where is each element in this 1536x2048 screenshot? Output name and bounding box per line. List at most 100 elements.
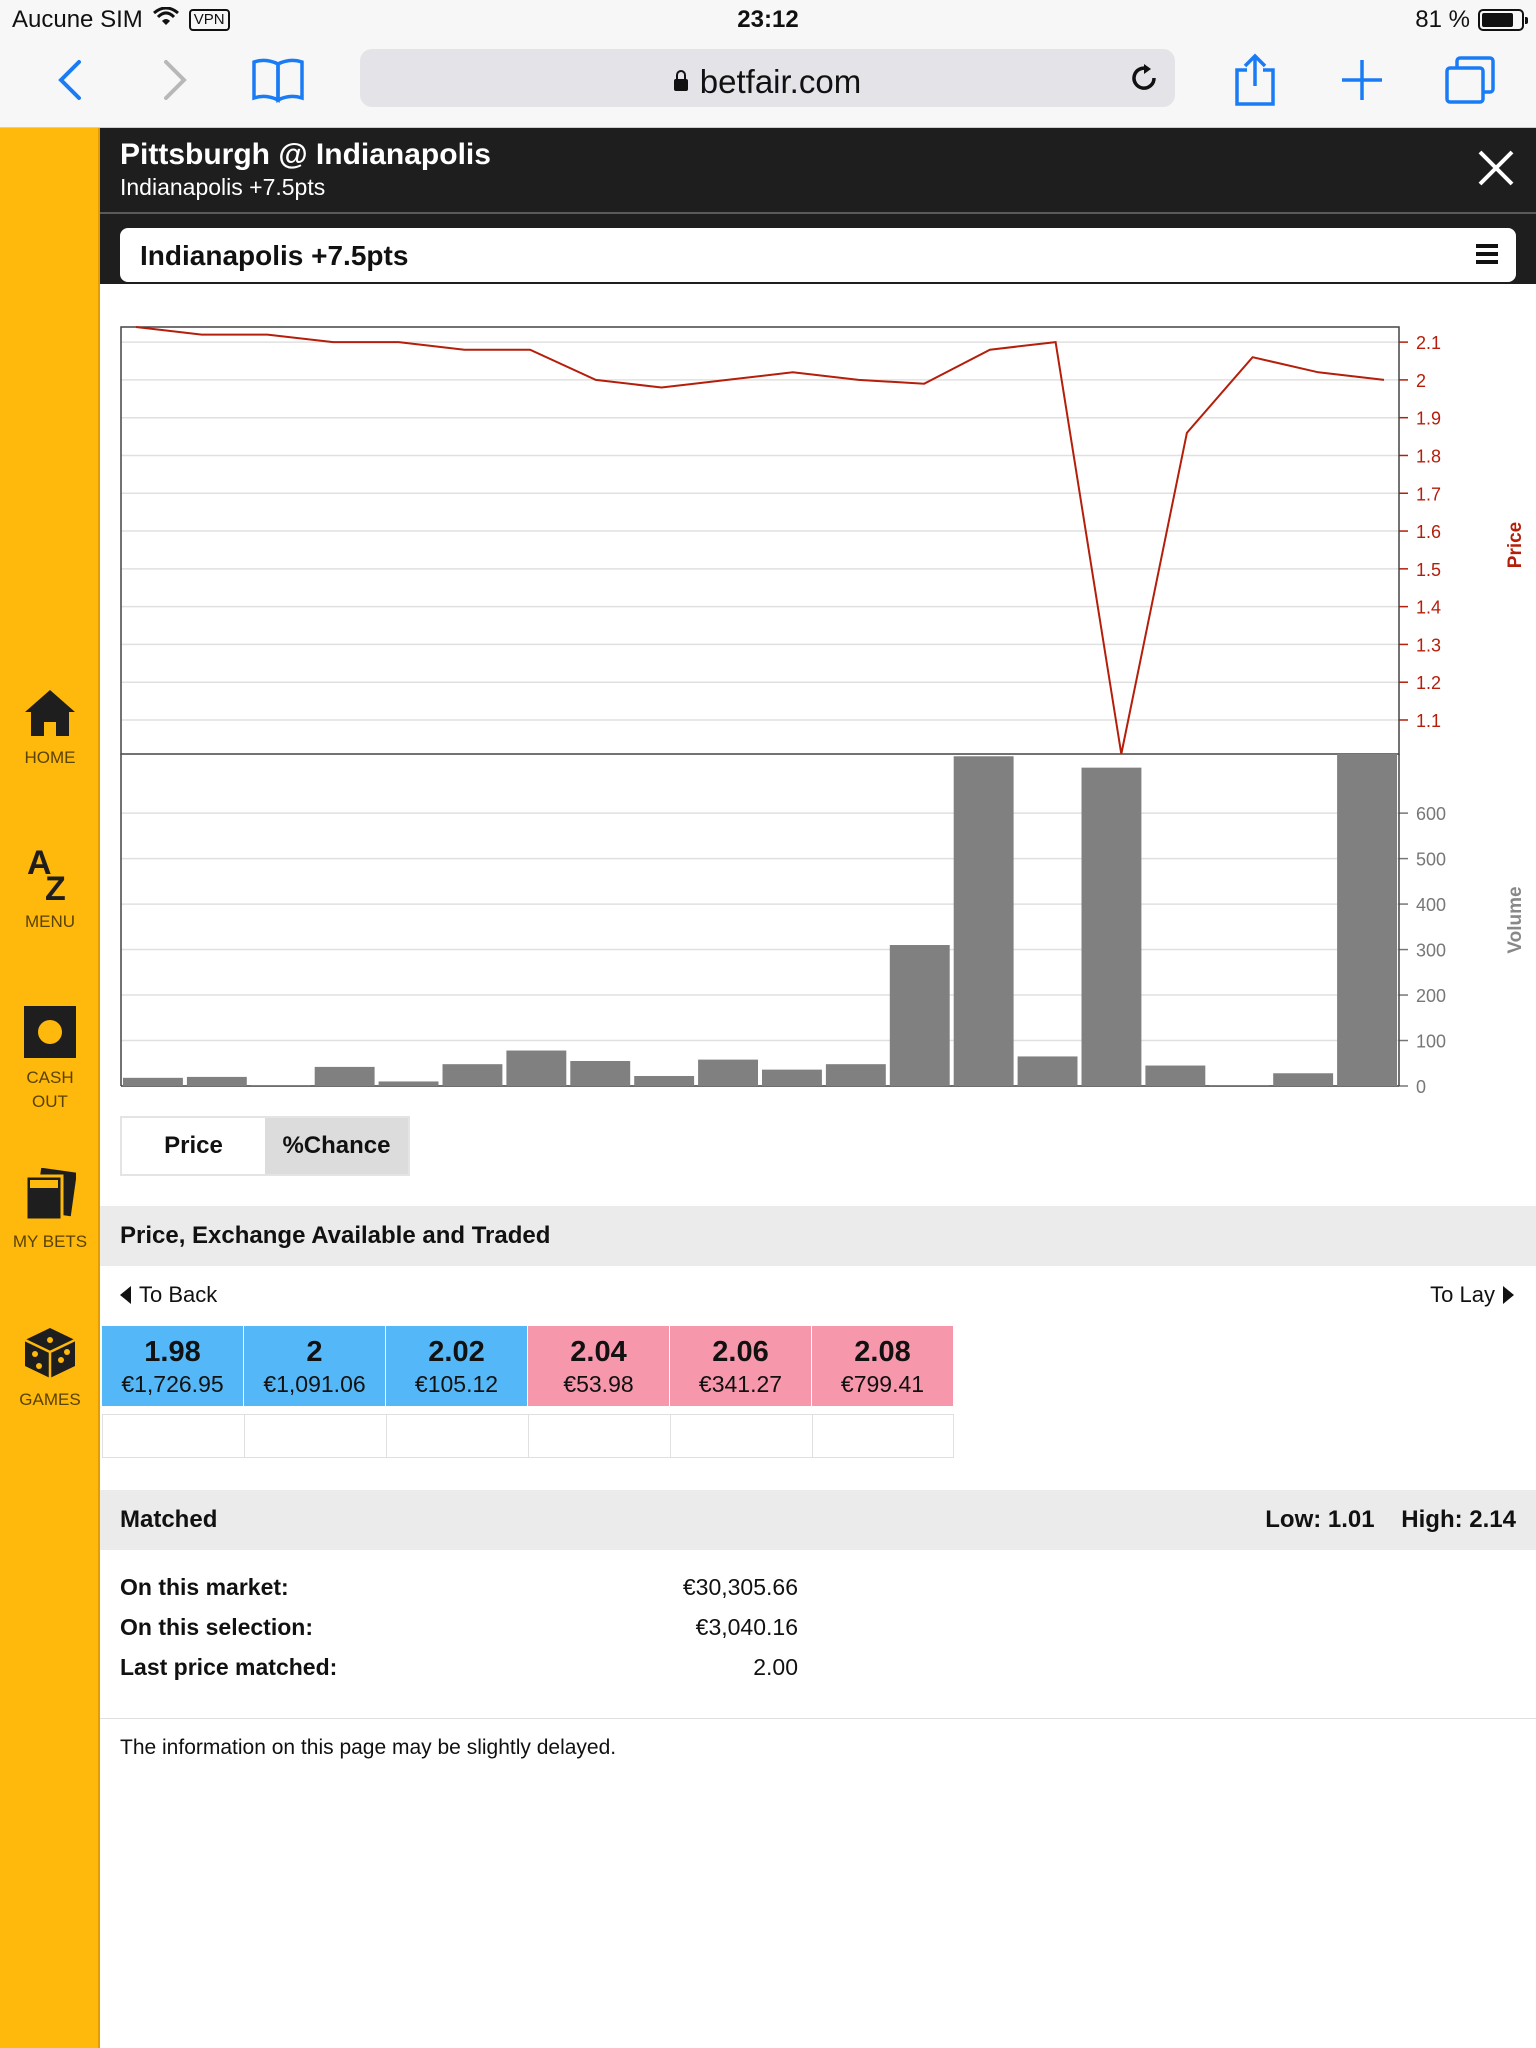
volume-bar (186, 1076, 247, 1086)
back-amount: €105.12 (414, 1371, 499, 1397)
nav-cashout[interactable]: CASH OUT (0, 1006, 100, 1114)
chart-mode-toggle: Price %Chance (120, 1116, 410, 1176)
back-price-cell[interactable]: 1.98 €1,726.95 (102, 1326, 244, 1406)
nav-home-label: HOME (24, 748, 76, 767)
volume-bar (889, 945, 950, 1086)
volume-bar (1145, 1065, 1206, 1086)
volume-bar (442, 1064, 503, 1086)
status-bar: Aucune SIM VPN 23:12 81 % (0, 0, 1536, 40)
volume-tick-label: 200 (1416, 986, 1446, 1006)
nav-mybets[interactable]: MY BETS (0, 1168, 100, 1254)
market-header: Pittsburgh @ Indianapolis Indianapolis +… (100, 128, 1536, 212)
volume-bar (250, 1085, 311, 1086)
nav-games-label: GAMES (19, 1390, 81, 1409)
to-back-label: To Back (120, 1282, 217, 1308)
reload-icon[interactable] (1127, 61, 1161, 100)
divider (100, 1718, 1536, 1719)
volume-bar (1017, 1056, 1078, 1086)
price-tick-label: 1.3 (1416, 635, 1441, 655)
price-tick-label: 1.4 (1416, 598, 1441, 618)
lock-icon (673, 70, 688, 91)
back-price: 1.98 (144, 1336, 201, 1368)
bets-icon (24, 1168, 76, 1222)
low-value: Low: 1.01 (1265, 1506, 1375, 1533)
matched-title: Matched (120, 1506, 218, 1533)
bookmarks-icon[interactable] (248, 50, 308, 110)
price-toggle-button[interactable]: Price (122, 1118, 265, 1174)
back-price-cell[interactable]: 2.02 €105.12 (386, 1326, 528, 1406)
selection-bar: Indianapolis +7.5pts (100, 212, 1536, 284)
dice-icon (24, 1328, 76, 1378)
volume-bar (506, 1050, 567, 1086)
svg-text:Z: Z (45, 870, 66, 902)
volume-bar (762, 1069, 822, 1086)
nav-cashout-label: CASH OUT (26, 1068, 74, 1111)
volume-bar (1273, 1073, 1334, 1086)
price-tick-label: 1.9 (1416, 409, 1441, 429)
az-icon: AZ (27, 844, 66, 902)
traded-cell (812, 1414, 954, 1458)
nav-games[interactable]: GAMES (0, 1326, 100, 1412)
forward-arrow-icon[interactable] (145, 50, 205, 110)
right-triangle-icon (1503, 1286, 1514, 1304)
price-tick-label: 1.5 (1416, 560, 1441, 580)
nav-home[interactable]: HOME (0, 688, 100, 770)
to-back-text: To Back (139, 1282, 218, 1307)
volume-tick-label: 400 (1416, 895, 1446, 915)
traded-cell (244, 1414, 386, 1458)
lay-amount: €799.41 (840, 1371, 925, 1397)
share-icon[interactable] (1225, 50, 1285, 110)
selection-matched-value: €3,040.16 (695, 1614, 798, 1640)
volume-tick-label: 0 (1416, 1077, 1426, 1097)
price-tick-label: 1.2 (1416, 673, 1441, 693)
tabs-icon[interactable] (1440, 50, 1500, 110)
traded-cell (670, 1414, 812, 1458)
close-icon[interactable] (1476, 148, 1516, 193)
price-tick-label: 2.1 (1416, 333, 1441, 353)
volume-bar (698, 1059, 758, 1086)
traded-cell (102, 1414, 244, 1458)
url-text: betfair.com (699, 63, 862, 100)
left-triangle-icon (120, 1286, 131, 1304)
delay-disclaimer: The information on this page may be slig… (120, 1736, 617, 1759)
lay-price-cell[interactable]: 2.04 €53.98 (528, 1326, 670, 1406)
volume-bar (825, 1064, 886, 1086)
price-tick-label: 1.1 (1416, 711, 1441, 731)
traded-row (102, 1414, 954, 1458)
volume-tick-label: 600 (1416, 804, 1446, 824)
nav-mybets-label: MY BETS (12, 1232, 88, 1251)
page-subtitle: Indianapolis +7.5pts (120, 174, 326, 200)
price-axis-label: Price (1505, 522, 1526, 568)
lay-price: 2.04 (570, 1336, 627, 1368)
lay-price: 2.06 (712, 1336, 769, 1368)
volume-bar (1337, 754, 1397, 1086)
traded-cell (528, 1414, 670, 1458)
battery-icon (1478, 9, 1528, 31)
chance-toggle-button[interactable]: %Chance (265, 1118, 408, 1174)
lay-price-cell[interactable]: 2.08 €799.41 (812, 1326, 954, 1406)
price-line (135, 326, 1385, 755)
volume-bar (378, 1081, 439, 1086)
selection-dropdown[interactable]: Indianapolis +7.5pts (120, 228, 1516, 282)
new-tab-icon[interactable] (1332, 50, 1392, 110)
back-price: 2 (306, 1336, 323, 1368)
address-bar[interactable]: betfair.com (360, 49, 1175, 107)
app-sidebar: HOME AZ MENU CASH OUT MY BETS GAMES (0, 128, 100, 2048)
volume-tick-label: 300 (1416, 941, 1446, 961)
hamburger-icon[interactable] (1476, 242, 1498, 271)
browser-toolbar: betfair.com (0, 40, 1536, 128)
back-arrow-icon[interactable] (40, 50, 100, 110)
market-matched-value: €30,305.66 (682, 1574, 798, 1600)
back-price-cell[interactable]: 2 €1,091.06 (244, 1326, 386, 1406)
cashout-icon (24, 1006, 76, 1058)
high-value: High: 2.14 (1401, 1506, 1516, 1533)
back-price: 2.02 (428, 1336, 485, 1368)
back-amount: €1,726.95 (121, 1371, 224, 1397)
page-title: Pittsburgh @ Indianapolis (120, 138, 491, 171)
clock: 23:12 (737, 6, 799, 33)
last-price-value: 2.00 (753, 1654, 798, 1680)
lay-price-cell[interactable]: 2.06 €341.27 (670, 1326, 812, 1406)
nav-menu[interactable]: AZ MENU (0, 844, 100, 934)
to-lay-label: To Lay (1430, 1282, 1514, 1308)
nav-menu-label: MENU (24, 912, 76, 931)
